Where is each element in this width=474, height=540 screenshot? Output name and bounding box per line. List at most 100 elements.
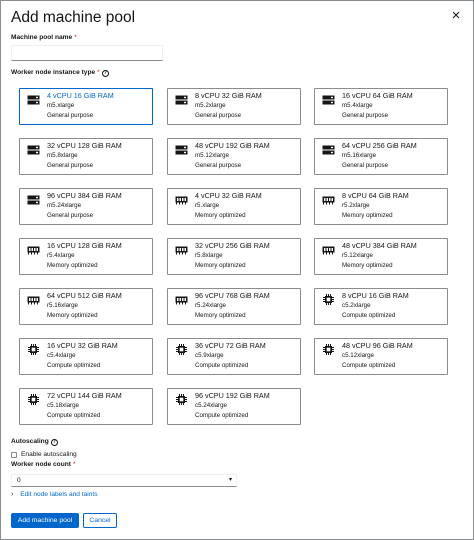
instance-card-r5-24xlarge[interactable]: 96 vCPU 768 GiB RAM r5.24xlarge Memory opt… (167, 288, 301, 325)
instance-spec: 8 vCPU 16 GiB RAM (342, 291, 409, 300)
instance-category: Memory optimized (195, 212, 246, 219)
instance-category: General purpose (342, 112, 389, 119)
instance-spec: 8 vCPU 32 GiB RAM (195, 91, 262, 100)
server-icon (174, 144, 188, 155)
edit-labels-taints-toggle[interactable]: › Edit node labels and taints (11, 491, 98, 498)
instance-spec: 72 vCPU 144 GiB RAM (47, 391, 122, 400)
enable-autoscaling-row[interactable]: Enable autoscaling (11, 451, 77, 458)
instance-spec: 32 vCPU 128 GiB RAM (47, 141, 122, 150)
instance-card-r5-xlarge[interactable]: 4 vCPU 32 GiB RAM r5.xlarge Memory optimiz… (167, 188, 301, 225)
add-machine-pool-modal: Add machine pool × Machine pool name * Wo… (0, 0, 474, 540)
instance-spec: 4 vCPU 16 GiB RAM (47, 91, 114, 100)
enable-autoscaling-checkbox[interactable] (11, 451, 17, 458)
instance-card-m5-12xlarge[interactable]: 48 vCPU 192 GiB RAM m5.12xlarge General pu… (167, 138, 301, 175)
instance-card-c5-18xlarge[interactable]: 72 vCPU 144 GiB RAM c5.18xlarge Compute op… (19, 388, 153, 425)
machine-pool-name-input[interactable] (11, 45, 163, 61)
instance-category: Memory optimized (47, 262, 98, 269)
cancel-button[interactable]: Cancel (83, 513, 117, 528)
instance-card-r5-2xlarge[interactable]: 8 vCPU 64 GiB RAM r5.2xlarge Memory optimi… (314, 188, 448, 225)
instance-category: Memory optimized (342, 262, 393, 269)
instance-card-c5-12xlarge[interactable]: 48 vCPU 96 GiB RAM c5.12xlarge Compute opt… (314, 338, 448, 375)
memory-icon (321, 194, 335, 205)
instance-type: m5.16xlarge (342, 152, 377, 159)
server-icon (26, 144, 40, 155)
memory-icon (174, 244, 188, 255)
modal-title: Add machine pool (11, 9, 136, 26)
instance-card-c5-2xlarge[interactable]: 8 vCPU 16 GiB RAM c5.2xlarge Compute optim… (314, 288, 448, 325)
memory-icon (26, 244, 40, 255)
instance-type: m5.xlarge (47, 102, 75, 109)
instance-card-m5-16xlarge[interactable]: 64 vCPU 256 GiB RAM m5.16xlarge General pu… (314, 138, 448, 175)
instance-card-c5-4xlarge[interactable]: 16 vCPU 32 GiB RAM c5.4xlarge Compute opti… (19, 338, 153, 375)
instance-spec: 64 vCPU 256 GiB RAM (342, 141, 417, 150)
instance-card-c5-24xlarge[interactable]: 96 vCPU 192 GiB RAM c5.24xlarge Compute op… (167, 388, 301, 425)
instance-category: General purpose (47, 112, 94, 119)
chevron-right-icon: › (11, 491, 14, 498)
instance-type: r5.2xlarge (342, 202, 370, 209)
memory-icon (174, 294, 188, 305)
instance-type-label: Worker node instance type *? (11, 69, 109, 77)
instance-category: General purpose (195, 162, 242, 169)
instance-category: Compute optimized (47, 412, 101, 419)
instance-spec: 16 vCPU 64 GiB RAM (342, 91, 413, 100)
worker-node-count-select[interactable]: 0 ▾ (11, 474, 237, 487)
cpu-icon (26, 344, 40, 355)
instance-type-label-text: Worker node instance type (11, 69, 96, 76)
instance-card-r5-4xlarge[interactable]: 16 vCPU 128 GiB RAM r5.4xlarge Memory opti… (19, 238, 153, 275)
instance-spec: 16 vCPU 128 GiB RAM (47, 241, 122, 250)
cpu-icon (174, 394, 188, 405)
instance-type: c5.18xlarge (47, 402, 79, 409)
instance-card-r5-16xlarge[interactable]: 64 vCPU 512 GiB RAM r5.16xlarge Memory opt… (19, 288, 153, 325)
server-icon (321, 144, 335, 155)
instance-spec: 16 vCPU 32 GiB RAM (47, 341, 118, 350)
cpu-icon (174, 344, 188, 355)
autoscaling-label-text: Autoscaling (11, 438, 49, 445)
close-icon[interactable]: × (447, 7, 465, 25)
instance-category: General purpose (342, 162, 389, 169)
instance-card-m5-2xlarge[interactable]: 8 vCPU 32 GiB RAM m5.2xlarge General purpo… (167, 88, 301, 125)
instance-type: m5.12xlarge (195, 152, 230, 159)
instance-category: Compute optimized (195, 362, 249, 369)
node-count-value: 0 (17, 477, 21, 484)
node-count-label-text: Worker node count (11, 461, 71, 468)
instance-category: Compute optimized (342, 312, 396, 319)
instance-card-r5-8xlarge[interactable]: 32 vCPU 256 GiB RAM r5.8xlarge Memory opti… (167, 238, 301, 275)
instance-card-c5-9xlarge[interactable]: 36 vCPU 72 GiB RAM c5.9xlarge Compute opti… (167, 338, 301, 375)
instance-type: m5.24xlarge (47, 202, 82, 209)
instance-card-r5-12xlarge[interactable]: 48 vCPU 384 GiB RAM r5.12xlarge Memory opt… (314, 238, 448, 275)
instance-spec: 4 vCPU 32 GiB RAM (195, 191, 262, 200)
enable-autoscaling-label: Enable autoscaling (21, 451, 77, 458)
instance-card-m5-8xlarge[interactable]: 32 vCPU 128 GiB RAM m5.8xlarge General pur… (19, 138, 153, 175)
instance-type: r5.4xlarge (47, 252, 75, 259)
instance-spec: 48 vCPU 96 GiB RAM (342, 341, 413, 350)
instance-type: r5.16xlarge (47, 302, 78, 309)
instance-spec: 64 vCPU 512 GiB RAM (47, 291, 122, 300)
instance-card-m5-4xlarge[interactable]: 16 vCPU 64 GiB RAM m5.4xlarge General purp… (314, 88, 448, 125)
instance-category: General purpose (47, 162, 94, 169)
instance-category: Compute optimized (195, 412, 249, 419)
instance-category: Memory optimized (195, 312, 246, 319)
instance-type: m5.2xlarge (195, 102, 226, 109)
instance-category: Compute optimized (47, 362, 101, 369)
instance-card-m5-xlarge[interactable]: 4 vCPU 16 GiB RAM m5.xlarge General purpos… (19, 88, 153, 125)
node-count-label: Worker node count * (11, 461, 76, 468)
instance-category: Memory optimized (342, 212, 393, 219)
instance-category: Compute optimized (342, 362, 396, 369)
cpu-icon (321, 294, 335, 305)
edit-labels-taints-link[interactable]: Edit node labels and taints (20, 491, 97, 498)
instance-type: r5.8xlarge (195, 252, 223, 259)
add-machine-pool-button[interactable]: Add machine pool (11, 513, 79, 528)
instance-card-m5-24xlarge[interactable]: 96 vCPU 384 GiB RAM m5.24xlarge General pu… (19, 188, 153, 225)
help-icon[interactable]: ? (50, 439, 58, 446)
server-icon (321, 94, 335, 105)
required-mark: * (72, 461, 76, 468)
cpu-icon (321, 344, 335, 355)
help-icon[interactable]: ? (101, 70, 109, 77)
instance-spec: 48 vCPU 192 GiB RAM (195, 141, 270, 150)
memory-icon (26, 294, 40, 305)
pool-name-label-text: Machine pool name (11, 34, 73, 41)
server-icon (174, 94, 188, 105)
instance-spec: 8 vCPU 64 GiB RAM (342, 191, 409, 200)
instance-category: General purpose (195, 112, 242, 119)
instance-category: Memory optimized (195, 262, 246, 269)
